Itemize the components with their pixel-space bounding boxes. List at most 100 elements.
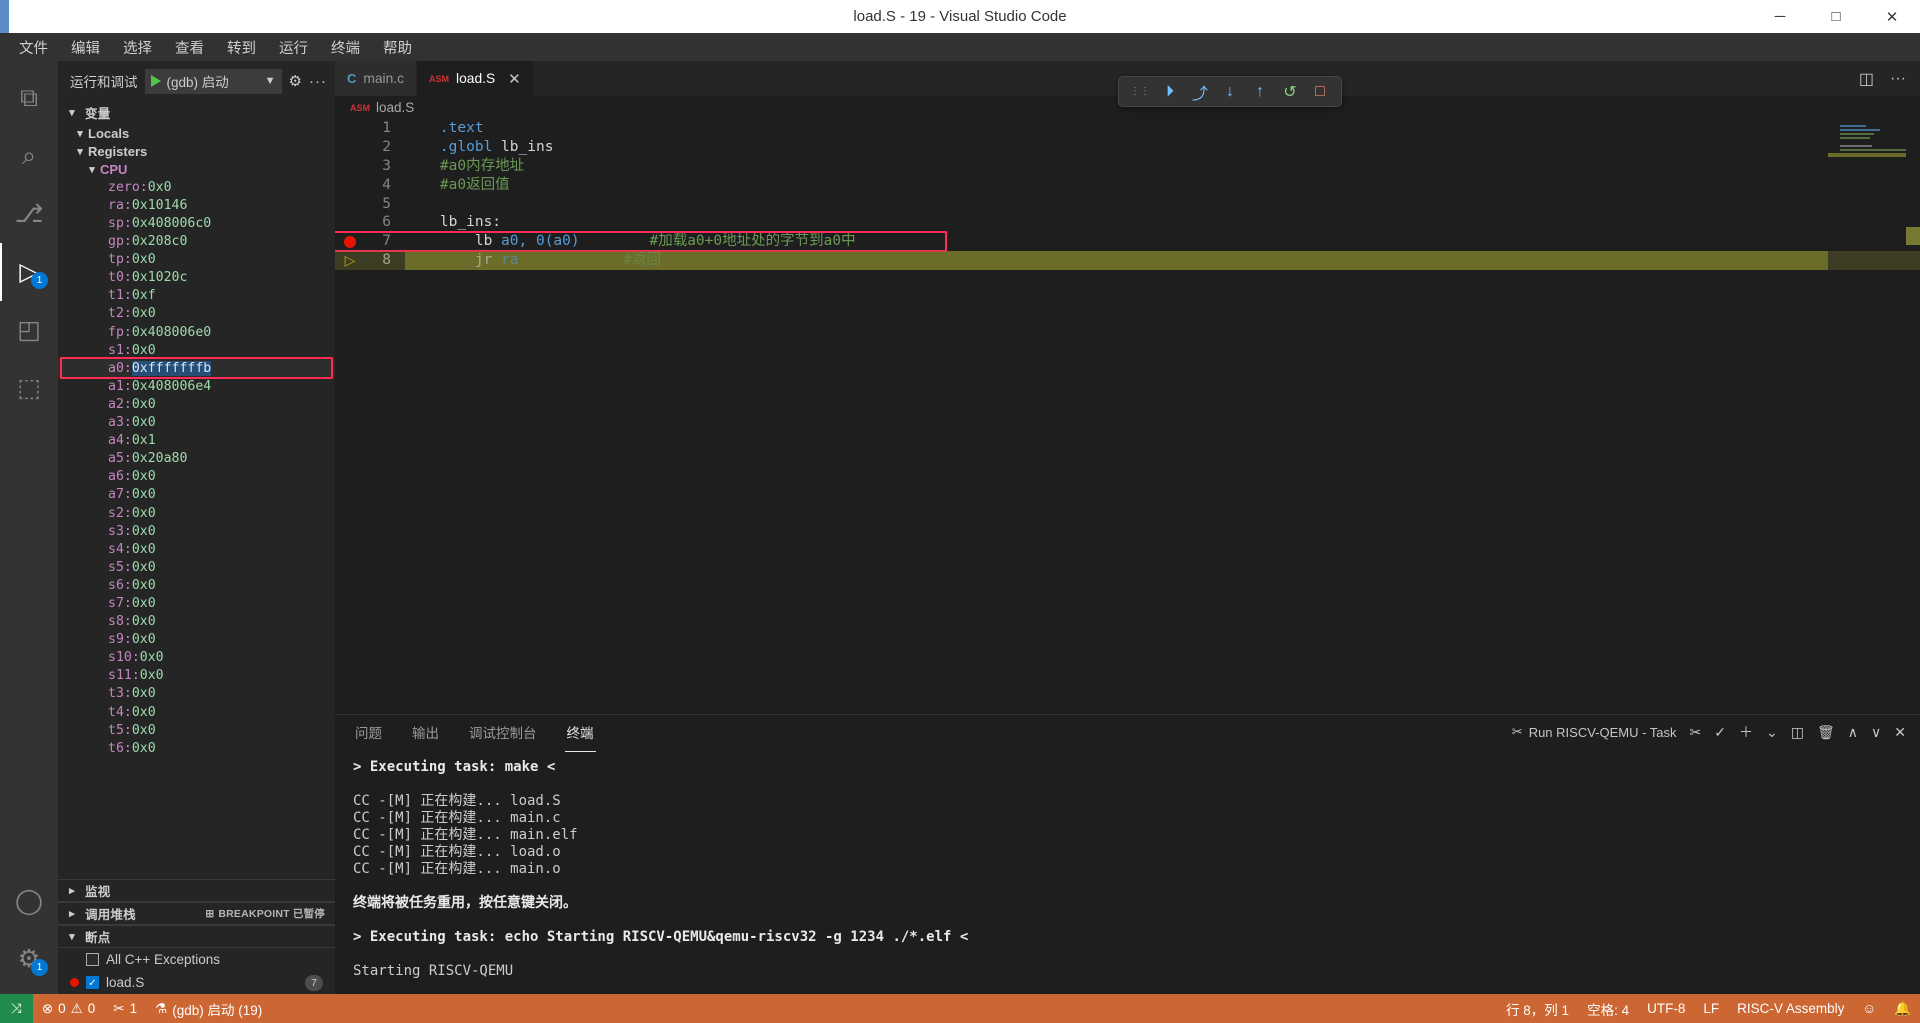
glyph-margin-line[interactable] [335,195,365,214]
register-value[interactable]: 0x0 [132,723,156,738]
panel-tab-调试控制台[interactable]: 调试控制台 [467,718,539,746]
registers-cpu-node[interactable]: ▾CPU [58,160,335,178]
register-value[interactable]: 0x1020c [132,270,188,285]
window-controls[interactable]: ─ □ ✕ [1752,0,1920,33]
breakpoint-row[interactable]: ✓load.S7 [58,971,335,994]
register-row-t1[interactable]: t1: 0xf [58,287,335,305]
chevron-down-icon[interactable]: ▼ [265,75,276,87]
register-row-t4[interactable]: t4: 0x0 [58,703,335,721]
register-row-gp[interactable]: gp: 0x208c0 [58,233,335,251]
activitybar-settings-gear-icon[interactable]: ⚙1 [0,930,58,988]
register-row-a6[interactable]: a6: 0x0 [58,468,335,486]
menu-item-7[interactable]: 帮助 [374,34,421,61]
terminal-split-icon[interactable]: ✂ [1690,724,1702,741]
register-value[interactable]: 0x0 [132,397,156,412]
register-row-ra[interactable]: ra: 0x10146 [58,196,335,214]
register-row-s3[interactable]: s3: 0x0 [58,522,335,540]
notifications-bell-icon[interactable]: 🔔 [1885,994,1920,1023]
menu-item-5[interactable]: 运行 [270,34,317,61]
register-value[interactable]: 0x0 [132,524,156,539]
debug-toolbar-stop-icon[interactable]: □ [1305,78,1335,106]
register-row-sp[interactable]: sp: 0x408006c0 [58,214,335,232]
activitybar-search-icon[interactable]: ⌕ [0,127,58,185]
register-row-tp[interactable]: tp: 0x0 [58,251,335,269]
activitybar-accounts-icon[interactable]: ◯ [0,872,58,930]
menu-bar[interactable]: 文件编辑选择查看转到运行终端帮助 [0,33,1920,61]
debug-toolbar-drag-handle-icon[interactable]: ⋮⋮ [1125,78,1155,106]
register-row-a3[interactable]: a3: 0x0 [58,414,335,432]
check-icon[interactable]: ✓ [1714,724,1726,741]
eol-sequence[interactable]: LF [1694,994,1728,1023]
register-value[interactable]: 0x0 [132,343,156,358]
panel-actions[interactable]: ✂ Run RISCV-QEMU - Task ✂✓＋⌄◫🗑∧∨✕ [1512,722,1920,742]
ports-status[interactable]: ✂ 1 [104,994,146,1023]
glyph-margin-line[interactable] [335,176,365,195]
glyph-margin-line[interactable] [335,213,365,232]
callstack-section-header[interactable]: ▸ 调用堆栈 ⊞ BREAKPOINT 已暂停 [58,902,335,925]
problems-status[interactable]: ⊗ 0 ⚠ 0 [33,994,104,1023]
glyph-margin[interactable]: ▷ [335,119,365,714]
more-actions-icon[interactable]: ··· [1890,70,1906,88]
debug-more-actions-icon[interactable]: ··· [309,73,327,90]
glyph-margin-line[interactable] [335,119,365,138]
new-terminal-icon[interactable]: ＋ [1739,722,1753,742]
maximize-button[interactable]: □ [1808,0,1864,33]
variables-tree[interactable]: ▾Locals▾Registers▾CPUzero: 0x0ra: 0x1014… [58,124,335,879]
breakpoint-checkbox[interactable]: ✓ [86,976,99,989]
code-line-5[interactable] [405,195,1828,214]
register-row-a1[interactable]: a1: 0x408006e4 [58,377,335,395]
register-value[interactable]: 0x0 [132,560,156,575]
register-value[interactable]: 0x0 [132,306,156,321]
register-row-a4[interactable]: a4: 0x1 [58,432,335,450]
register-value[interactable]: 0x0 [132,578,156,593]
register-value[interactable]: 0x0 [132,487,156,502]
register-value[interactable]: 0x0 [132,469,156,484]
language-mode[interactable]: RISC-V Assembly [1728,994,1853,1023]
minimize-button[interactable]: ─ [1752,0,1808,33]
register-row-a7[interactable]: a7: 0x0 [58,486,335,504]
variables-section-header[interactable]: ▾ 变量 [58,101,335,124]
register-value[interactable]: 0x0 [148,180,172,195]
activitybar-source-control-icon[interactable]: ⎇ [0,185,58,243]
breakpoints-list[interactable]: All C++ Exceptions✓load.S7 [58,948,335,994]
menu-item-2[interactable]: 选择 [114,34,161,61]
register-value[interactable]: 0x0 [132,415,156,430]
kill-terminal-icon[interactable]: 🗑 [1817,724,1835,741]
editor-tab-actions[interactable]: ◫ ··· [1859,61,1920,96]
menu-item-1[interactable]: 编辑 [62,34,109,61]
breakpoint-checkbox[interactable] [86,953,99,966]
register-value[interactable]: 0x0 [132,741,156,756]
feedback-icon[interactable]: ☺ [1853,994,1885,1023]
register-row-t0[interactable]: t0: 0x1020c [58,269,335,287]
register-value[interactable]: 0x408006e0 [132,325,211,340]
debug-toolbar-continue-icon[interactable]: ⏵ [1155,78,1185,106]
code-line-1[interactable]: .text [405,119,1828,138]
code-line-4[interactable]: #a0返回值 [405,176,1828,195]
split-editor-icon[interactable]: ◫ [1859,69,1874,89]
register-row-s8[interactable]: s8: 0x0 [58,613,335,631]
variables-group-locals[interactable]: ▾Locals [58,124,335,142]
panel-tab-终端[interactable]: 终端 [565,718,596,746]
register-row-s6[interactable]: s6: 0x0 [58,576,335,594]
editor-tab-load-S[interactable]: ASMload.S✕ [417,61,534,96]
register-row-t2[interactable]: t2: 0x0 [58,305,335,323]
register-value[interactable]: 0x0 [132,705,156,720]
panel-tab-问题[interactable]: 问题 [353,718,384,746]
register-row-s1[interactable]: s1: 0x0 [58,341,335,359]
register-row-s2[interactable]: s2: 0x0 [58,504,335,522]
panel-tabs[interactable]: 问题输出调试控制台终端 ✂ Run RISCV-QEMU - Task ✂✓＋⌄… [335,715,1920,749]
register-value[interactable]: 0x10146 [132,198,188,213]
split-terminal-icon[interactable]: ◫ [1791,724,1804,741]
menu-item-4[interactable]: 转到 [218,34,265,61]
breakpoint-row[interactable]: All C++ Exceptions [58,948,335,971]
register-value[interactable]: 0x0 [132,686,156,701]
debug-toolbar-restart-icon[interactable]: ↺ [1275,78,1305,106]
activity-bar[interactable]: ⧉⌕⎇▷1◰⬚ ◯⚙1 [0,61,58,994]
register-value[interactable]: 0x0 [140,668,164,683]
watch-section-header[interactable]: ▸ 监视 [58,879,335,902]
debug-toolbar[interactable]: ⋮⋮⏵⤴↓↑↺□ [1118,76,1342,107]
breakpoints-section-header[interactable]: ▾ 断点 [58,925,335,948]
register-value[interactable]: 0xf [132,288,156,303]
active-terminal-label-wrap[interactable]: ✂ Run RISCV-QEMU - Task [1512,724,1677,740]
register-row-zero[interactable]: zero: 0x0 [58,178,335,196]
